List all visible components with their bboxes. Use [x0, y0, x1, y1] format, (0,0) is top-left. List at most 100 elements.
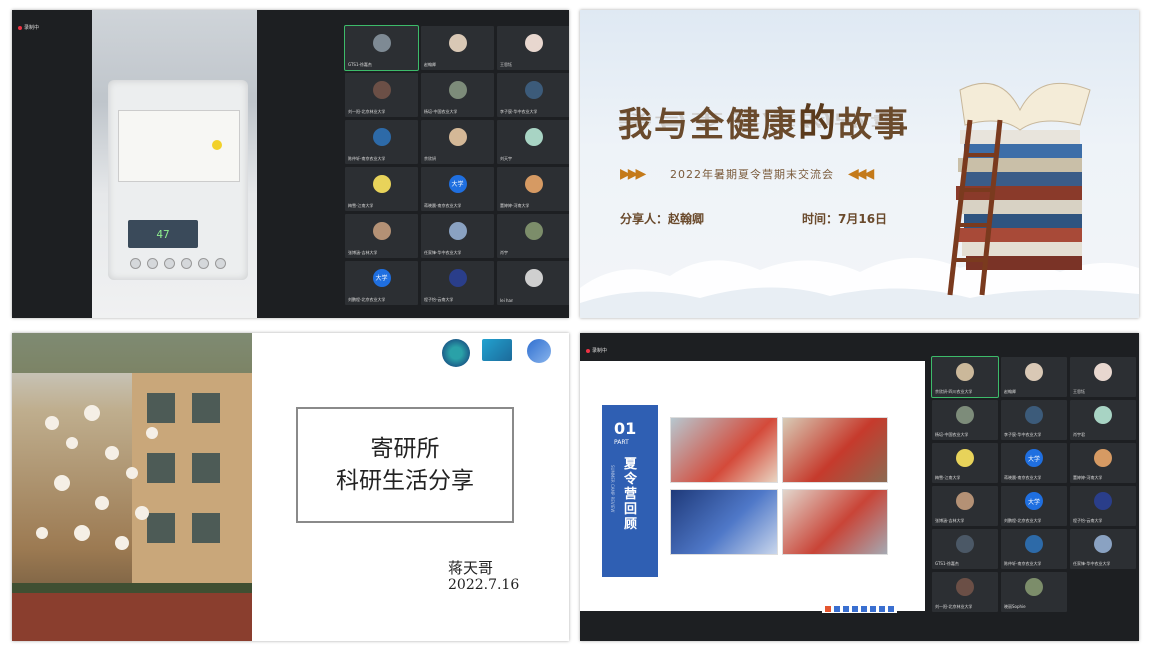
participant-tile[interactable]: 张博涵-吉林大学 [345, 214, 418, 258]
slide-health-story: 我与全健康的故事 我与全健康的故事 ▶▶▶ 2022年暑期夏令营期末交流会 ◀◀… [580, 10, 1139, 318]
participant-name: 张博涵-吉林大学 [348, 250, 378, 255]
participant-tile[interactable]: 李子宸-华中农业大学 [1001, 400, 1067, 440]
participant-tile[interactable]: 余欣妍-四川农业大学 [931, 356, 999, 398]
participant-tile[interactable]: GTS1-徐嘉杰 [344, 25, 419, 71]
yellow-sticker-icon [212, 140, 222, 150]
machine-buttons [130, 258, 226, 269]
title-box: 寄研所 科研生活分享 [296, 407, 514, 523]
participant-avatar [956, 363, 974, 382]
participant-tile[interactable]: 李子宸-华中农业大学 [497, 73, 569, 117]
participant-name: 梅雪-江南大学 [348, 203, 374, 208]
recording-indicator: 录制中 [586, 347, 607, 354]
participant-name: GTS1-徐嘉杰 [935, 561, 959, 566]
partner-logo-icon [527, 339, 551, 363]
participant-name: 刘一阳-北京林业大学 [935, 604, 973, 609]
participant-tile[interactable]: 陈仲轩-南京农业大学 [1001, 529, 1067, 569]
participant-tile[interactable]: 程子怡-云南大学 [1070, 486, 1136, 526]
participant-tile[interactable]: 刘一阳-北京林业大学 [932, 572, 998, 612]
participant-tile[interactable]: 晓丽Sophie [1001, 572, 1067, 612]
slide-subtitle: 2022年暑期夏令营期末交流会 [670, 168, 834, 181]
participant-avatar [448, 80, 467, 99]
participant-tile[interactable]: 王思钰 [1070, 357, 1136, 397]
toolbar-icon-4[interactable] [852, 606, 858, 612]
participant-avatar [372, 127, 391, 146]
participant-avatar: 大学 [448, 174, 467, 193]
participant-avatar [524, 174, 543, 193]
toolbar-icon-7[interactable] [879, 606, 885, 612]
participant-tile[interactable]: lei han [497, 261, 569, 305]
shared-review-slide: 01 PART 夏令营回顾 SUMMER CAMP REVIEW [580, 361, 925, 611]
participant-tile[interactable]: 任家锋-华中农业大学 [1070, 529, 1136, 569]
participant-tile[interactable]: 杨培-中国农业大学 [932, 400, 998, 440]
participant-tile[interactable]: 董婷婷-河南大学 [497, 167, 569, 211]
participant-name: 晓丽Sophie [1004, 604, 1026, 609]
participant-tile[interactable]: GTS1-徐嘉杰 [932, 529, 998, 569]
participant-avatar [1094, 363, 1112, 382]
toolbar-icon-6[interactable] [870, 606, 876, 612]
participant-avatar [1025, 363, 1043, 382]
participant-name: 董婷婷-河南大学 [1073, 475, 1103, 480]
participant-name: lei han [500, 298, 514, 303]
participant-name: 陈仲轩-南京农业大学 [1004, 561, 1042, 566]
participant-tile[interactable]: 董婷婷-河南大学 [1070, 443, 1136, 483]
participant-tile[interactable]: 杨培-中国农业大学 [421, 73, 494, 117]
participant-name: 余欣妍 [424, 156, 436, 161]
toolbar-icon-8[interactable] [888, 606, 894, 612]
participant-avatar [1025, 406, 1043, 425]
participant-tile[interactable]: 赵翰卿 [1001, 357, 1067, 397]
participant-tile[interactable]: 大学 蒋晓晨-南京农业大学 [1001, 443, 1067, 483]
participant-name: 余欣妍-四川农业大学 [935, 389, 973, 394]
participant-tile[interactable]: 余欣妍 [421, 120, 494, 164]
toolbar-icon-2[interactable] [834, 606, 840, 612]
participant-tile[interactable]: 赵翰卿 [421, 26, 494, 70]
toolbar-icon-1[interactable] [825, 606, 831, 612]
participant-avatar [524, 127, 543, 146]
participant-name: 刘鹏程-北京农业大学 [348, 297, 386, 302]
meeting-window-2: 录制中 01 PART 夏令营回顾 SUMMER CAMP REVIEW 余欣妍… [580, 333, 1139, 641]
section-banner: 01 PART 夏令营回顾 SUMMER CAMP REVIEW [602, 405, 658, 577]
participant-tile[interactable]: 刘一阳-北京林业大学 [345, 73, 418, 117]
participant-tile[interactable]: 任家锋-华中农业大学 [421, 214, 494, 258]
participant-avatar [372, 221, 391, 240]
participant-avatar [448, 33, 467, 52]
participant-tile[interactable]: 梅雪-江南大学 [932, 443, 998, 483]
meeting-window-1: 录制中 47 GTS1-徐嘉杰 赵翰卿 王思钰 刘一阳-北京林业大学 杨培-中国农业大学… [12, 10, 569, 318]
participant-name: 任家锋-华中农业大学 [1073, 561, 1111, 566]
title-line-1: 寄研所 [370, 436, 440, 462]
participant-tile[interactable]: 肖宇 [497, 214, 569, 258]
participant-tile[interactable]: 刘天宇 [497, 120, 569, 164]
camp-photo-4 [782, 489, 888, 555]
participant-avatar [372, 80, 391, 99]
recording-indicator: 录制中 [18, 24, 39, 31]
time-label: 时间：7月16日 [802, 212, 888, 226]
title-line-2: 科研生活分享 [336, 468, 474, 494]
participant-grid: 余欣妍-四川农业大学 赵翰卿 王思钰杨培-中国农业大学 李子宸-华中农业大学 肖宇君梅雪… [931, 356, 1136, 612]
participant-avatar: 大学 [1025, 492, 1043, 511]
participant-tile[interactable]: 大学 刘鹏程-北京农业大学 [1001, 486, 1067, 526]
participant-name: 肖宇 [500, 250, 508, 255]
participant-name: 陈仲轩-南京农业大学 [348, 156, 386, 161]
camp-photo-3 [670, 489, 778, 555]
participant-avatar: 大学 [372, 268, 391, 287]
slide-toolbar[interactable] [822, 605, 897, 613]
participant-tile[interactable]: 大学刘鹏程-北京农业大学 [345, 261, 418, 305]
toolbar-icon-3[interactable] [843, 606, 849, 612]
participant-name: 李子宸-华中农业大学 [1004, 432, 1042, 437]
participant-tile[interactable]: 程子怡-云南大学 [421, 261, 494, 305]
section-title: 夏令营回顾 [624, 457, 638, 532]
participant-name: 任家锋-华中农业大学 [424, 250, 462, 255]
participant-tile[interactable]: 王思钰 [497, 26, 569, 70]
camp-photo-2 [782, 417, 888, 483]
participant-name: GTS1-徐嘉杰 [348, 62, 372, 67]
participant-tile[interactable]: 肖宇君 [1070, 400, 1136, 440]
participant-tile[interactable]: 陈仲轩-南京农业大学 [345, 120, 418, 164]
participant-avatar [1025, 535, 1043, 554]
participant-tile[interactable]: 张博涵-吉林大学 [932, 486, 998, 526]
participant-name: 肖宇君 [1073, 432, 1085, 437]
participant-avatar [1094, 535, 1112, 554]
participant-tile[interactable]: 梅雪-江南大学 [345, 167, 418, 211]
toolbar-icon-5[interactable] [861, 606, 867, 612]
section-english: SUMMER CAMP REVIEW [610, 465, 615, 513]
participant-avatar [956, 535, 974, 554]
participant-tile[interactable]: 大学 蒋晓晨-南京农业大学 [421, 167, 494, 211]
